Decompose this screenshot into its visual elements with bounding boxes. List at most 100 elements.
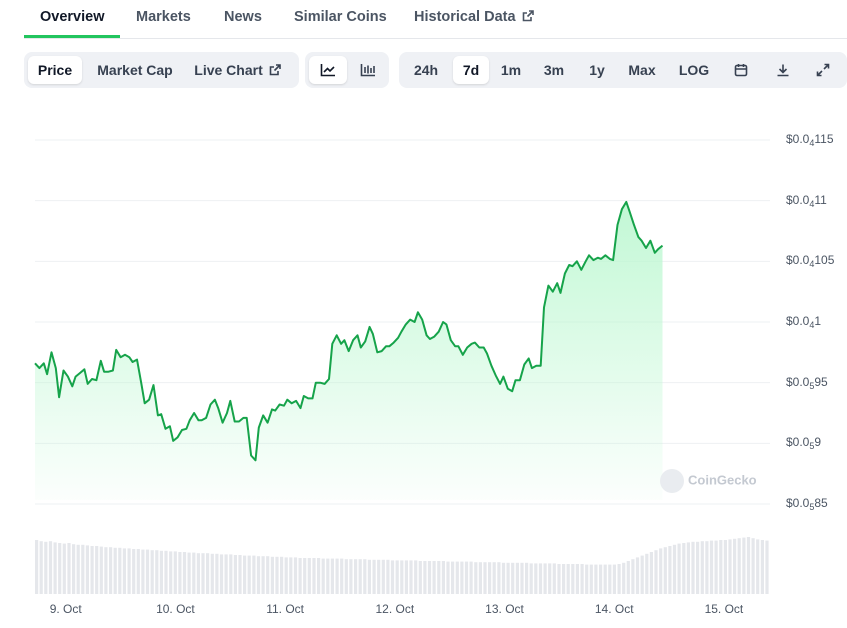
volume-bar: [492, 562, 496, 594]
volume-bar: [451, 561, 455, 594]
volume-bar: [289, 557, 293, 594]
volume-bar: [501, 562, 506, 594]
download-button[interactable]: [765, 56, 801, 84]
volume-bar: [233, 555, 237, 594]
y-tick-digits: 9: [814, 435, 822, 450]
volume-bar: [298, 558, 302, 594]
y-tick-prefix: $0.0: [786, 435, 810, 450]
volume-bar: [386, 559, 390, 594]
y-tick-label: $0.0585: [786, 496, 828, 512]
volume-bar: [474, 562, 478, 594]
volume-bar: [585, 564, 589, 594]
tab-news[interactable]: News: [224, 9, 262, 25]
y-tick-digits: 11: [814, 192, 827, 207]
candlestick-button[interactable]: [349, 56, 387, 84]
tab-overview[interactable]: Overview: [40, 9, 105, 25]
x-tick-label: 10. Oct: [156, 602, 195, 616]
volume-bar: [344, 559, 348, 594]
volume-bar: [85, 545, 89, 594]
volume-bar: [266, 556, 270, 594]
volume-bar: [381, 559, 385, 594]
volume-bar: [460, 561, 464, 594]
live-chart-label: Live Chart: [194, 62, 263, 78]
volume-bar: [672, 544, 677, 594]
y-tick-prefix: $0.0: [786, 132, 810, 146]
volume-bar: [441, 561, 445, 594]
volume-bar: [187, 552, 191, 594]
volume-bar: [53, 542, 57, 594]
calendar-button[interactable]: [723, 56, 759, 84]
volume-bar: [552, 563, 556, 594]
volume-bar: [150, 550, 154, 594]
volume-bar: [252, 555, 256, 594]
x-tick-label: 12. Oct: [375, 602, 415, 616]
volume-bar: [649, 552, 653, 594]
volume-bar: [372, 559, 376, 594]
x-tick-label: 15. Oct: [704, 602, 744, 616]
line-chart-button[interactable]: [309, 56, 347, 84]
volume-bar: [72, 544, 76, 594]
volume-bar: [303, 558, 307, 594]
y-tick-digits: 105: [814, 253, 835, 268]
volume-bar: [525, 562, 529, 594]
volume-bar: [404, 560, 408, 594]
range-max-button[interactable]: Max: [621, 56, 663, 84]
tab-similar-coins[interactable]: Similar Coins: [294, 9, 387, 25]
tab-markets[interactable]: Markets: [136, 9, 191, 25]
volume-bar: [321, 558, 325, 594]
log-scale-button[interactable]: LOG: [671, 56, 717, 84]
volume-bar: [580, 564, 584, 594]
external-link-icon: [269, 64, 281, 76]
range-24h-button[interactable]: 24h: [405, 56, 447, 84]
volume-bar: [118, 547, 122, 594]
volume-bar: [317, 558, 321, 594]
volume-bar: [423, 561, 427, 594]
volume-bar: [127, 548, 131, 594]
volume-bar: [599, 564, 603, 594]
price-chart[interactable]: [0, 100, 847, 600]
volume-bar: [728, 539, 732, 594]
price-button[interactable]: Price: [28, 56, 82, 84]
volume-bar: [182, 552, 187, 594]
volume-bar: [571, 564, 575, 594]
expand-button[interactable]: [805, 56, 841, 84]
market-cap-button[interactable]: Market Cap: [88, 56, 182, 84]
volume-bar: [612, 564, 616, 594]
volume-bar: [363, 559, 367, 594]
candlestick-icon: [360, 64, 375, 77]
volume-bar: [367, 559, 371, 594]
range-group: 24h 7d 1m 3m 1y Max LOG: [399, 52, 847, 88]
volume-bar: [330, 558, 334, 594]
volume-bar: [626, 561, 630, 594]
volume-bar: [164, 550, 168, 594]
y-tick-prefix: $0.0: [786, 314, 810, 328]
volume-bar: [390, 560, 395, 594]
volume-bar: [44, 541, 48, 594]
volume-bar: [455, 561, 459, 594]
volume-bar: [326, 558, 330, 594]
volume-bar: [751, 538, 755, 594]
volume-bar: [340, 558, 344, 594]
volume-bar: [682, 543, 686, 594]
volume-bar: [608, 564, 612, 594]
volume-bar: [659, 548, 663, 594]
volume-bar: [622, 562, 626, 594]
volume-bar: [543, 563, 547, 594]
volume-bar: [155, 550, 159, 594]
range-3m-button[interactable]: 3m: [535, 56, 573, 84]
x-tick-label: 9. Oct: [49, 602, 82, 616]
volume-bar: [284, 557, 288, 594]
volume-bar: [349, 559, 353, 594]
range-7d-button[interactable]: 7d: [453, 56, 489, 84]
range-1y-button[interactable]: 1y: [581, 56, 613, 84]
main-tabs: Overview Markets News Similar Coins Hist…: [24, 0, 847, 39]
volume-bar: [307, 558, 311, 594]
y-tick-prefix: $0.0: [786, 374, 810, 389]
range-1m-button[interactable]: 1m: [495, 56, 527, 84]
volume-bar: [469, 561, 473, 594]
volume-bar: [566, 564, 570, 594]
live-chart-button[interactable]: Live Chart: [190, 56, 286, 84]
tab-historical-data[interactable]: Historical Data: [414, 9, 535, 25]
download-icon: [777, 64, 789, 77]
volume-bar: [742, 537, 746, 594]
